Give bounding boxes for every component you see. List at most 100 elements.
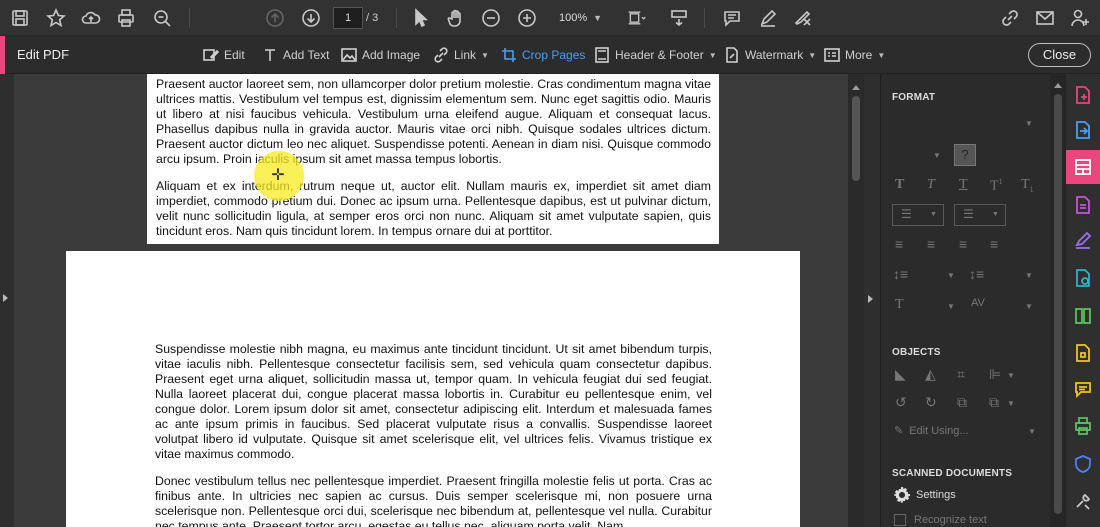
fill-sign-icon[interactable]: [1071, 228, 1095, 252]
highlight-pen-icon[interactable]: [756, 6, 780, 30]
paragraph[interactable]: Praesent auctor laoreet sem, non ullamco…: [156, 77, 711, 167]
zoom-search-icon[interactable]: [150, 6, 174, 30]
flip-horizontal-icon[interactable]: ◭: [925, 366, 936, 383]
create-pdf-icon[interactable]: [1071, 83, 1095, 107]
scroll-mode-icon[interactable]: [667, 6, 691, 30]
arrange-icon[interactable]: ⧉: [989, 394, 999, 411]
chevron-down-icon[interactable]: ▼: [1007, 399, 1015, 408]
add-text-button[interactable]: Add Text: [262, 45, 329, 65]
document-scrollbar[interactable]: [848, 74, 864, 527]
paragraph[interactable]: Donec vestibulum tellus nec pellentesque…: [155, 474, 712, 527]
italic-icon[interactable]: T: [927, 177, 935, 193]
paragraph-spacing-icon[interactable]: ↕≡: [969, 266, 984, 282]
crop-object-icon[interactable]: ⌗: [957, 366, 965, 383]
more-label: More: [845, 48, 873, 62]
font-dropdown[interactable]: ▼: [1025, 119, 1033, 128]
subscript-icon[interactable]: T1: [1021, 177, 1034, 194]
chevron-down-icon[interactable]: ▼: [1028, 427, 1036, 436]
close-button[interactable]: Close: [1028, 43, 1091, 67]
compress-pdf-icon[interactable]: [1071, 266, 1095, 290]
pdf-page-1[interactable]: Praesent auctor laoreet sem, non ullamco…: [147, 74, 719, 244]
char-spacing-dropdown[interactable]: ▼: [1025, 302, 1033, 311]
align-center-icon[interactable]: ≡: [927, 236, 935, 252]
paragraph[interactable]: Aliquam et ex interdum, rutrum neque ut,…: [156, 179, 711, 239]
checkbox[interactable]: [894, 514, 906, 526]
panel-scrollbar[interactable]: [1050, 74, 1066, 527]
bullet-list-dropdown[interactable]: ☰ ▼: [892, 204, 944, 226]
email-icon[interactable]: [1033, 6, 1057, 30]
link-share-icon[interactable]: [998, 6, 1022, 30]
align-right-icon[interactable]: ≡: [959, 236, 967, 252]
zoom-in-icon[interactable]: [515, 6, 539, 30]
document-viewport[interactable]: Praesent auctor laoreet sem, non ullamco…: [14, 74, 848, 527]
previous-page-icon[interactable]: [263, 6, 287, 30]
underline-icon[interactable]: T: [959, 177, 968, 193]
watermark-button[interactable]: Watermark ▼: [724, 45, 816, 65]
cloud-upload-icon[interactable]: [79, 6, 103, 30]
line-spacing-dropdown[interactable]: ▼: [947, 271, 955, 280]
add-text-label: Add Text: [283, 48, 330, 62]
shield-icon[interactable]: [1071, 452, 1095, 476]
numbered-list-dropdown[interactable]: ☰ ▼: [954, 204, 1006, 226]
add-user-icon[interactable]: [1068, 6, 1092, 30]
scrollbar-thumb[interactable]: [852, 96, 860, 181]
bold-icon[interactable]: T: [895, 177, 904, 193]
print-production-icon[interactable]: [1071, 414, 1095, 438]
text-scale-dropdown[interactable]: ▼: [947, 302, 955, 311]
page-number-input[interactable]: 1: [333, 7, 363, 29]
page-fit-icon[interactable]: [622, 6, 652, 30]
rotate-left-icon[interactable]: ↺: [895, 394, 907, 411]
header-footer-button[interactable]: Header & Footer ▼: [594, 45, 717, 65]
pdf-page-2[interactable]: Suspendisse molestie nibh magna, eu maxi…: [66, 251, 800, 527]
scroll-up-icon[interactable]: [852, 85, 860, 90]
superscript-icon[interactable]: T1: [990, 177, 1003, 195]
zoom-dropdown[interactable]: 100% ▼: [552, 7, 604, 29]
link-button[interactable]: Link ▼: [433, 45, 489, 65]
chevron-down-icon[interactable]: ▼: [1007, 371, 1015, 380]
more-tools-icon[interactable]: [1071, 489, 1095, 513]
crop-pages-button[interactable]: Crop Pages: [501, 45, 585, 65]
align-objects-icon[interactable]: ⊫: [989, 366, 1001, 383]
hand-tool-icon[interactable]: [444, 6, 468, 30]
export-pdf-icon[interactable]: [1071, 118, 1095, 142]
font-size-dropdown[interactable]: ▼: [933, 151, 941, 160]
scrollbar-thumb[interactable]: [1054, 94, 1062, 514]
compare-files-icon[interactable]: [1071, 304, 1095, 328]
rotate-right-icon[interactable]: ↻: [925, 394, 937, 411]
comment-tool-icon[interactable]: [1071, 377, 1095, 401]
line-spacing-icon[interactable]: ↕≡: [893, 266, 908, 282]
zoom-out-icon[interactable]: [479, 6, 503, 30]
paragraph-spacing-dropdown[interactable]: ▼: [1025, 271, 1033, 280]
paragraph[interactable]: Suspendisse molestie nibh magna, eu maxi…: [155, 342, 712, 462]
replace-image-icon[interactable]: ⧉: [957, 394, 967, 411]
next-page-icon[interactable]: [299, 6, 323, 30]
right-panel-toggle[interactable]: [864, 74, 880, 527]
help-icon[interactable]: ?: [954, 144, 976, 166]
add-image-button[interactable]: Add Image: [341, 45, 420, 65]
print-icon[interactable]: [114, 6, 138, 30]
edit-using-dropdown[interactable]: ✎ Edit Using...: [894, 424, 969, 438]
select-cursor-icon[interactable]: [408, 6, 432, 30]
star-icon[interactable]: [44, 6, 68, 30]
flip-icon[interactable]: ◣: [895, 366, 906, 383]
chevron-down-icon: ▼: [877, 50, 886, 60]
align-left-icon[interactable]: ≡: [895, 236, 903, 252]
scroll-up-icon[interactable]: [1054, 83, 1062, 88]
justify-icon[interactable]: ≡: [990, 236, 998, 252]
comment-icon[interactable]: [720, 6, 744, 30]
text-icon: [265, 49, 275, 61]
more-button[interactable]: More ▼: [824, 45, 885, 65]
edit-pdf-icon[interactable]: [1066, 150, 1100, 184]
organize-pages-icon[interactable]: [1071, 193, 1095, 217]
char-spacing-icon[interactable]: AV: [971, 297, 985, 309]
save-icon[interactable]: [8, 6, 32, 30]
protect-doc-icon[interactable]: [1071, 341, 1095, 365]
sign-icon[interactable]: [791, 6, 815, 30]
left-panel-toggle[interactable]: [0, 74, 14, 527]
edit-using-label: Edit Using...: [909, 424, 969, 437]
recognize-text-checkbox[interactable]: Recognize text: [894, 514, 987, 526]
watermark-label: Watermark: [745, 48, 804, 62]
edit-tool-button[interactable]: Edit: [203, 45, 245, 65]
settings-button[interactable]: Settings: [894, 487, 956, 503]
text-scale-icon[interactable]: T: [895, 297, 904, 313]
